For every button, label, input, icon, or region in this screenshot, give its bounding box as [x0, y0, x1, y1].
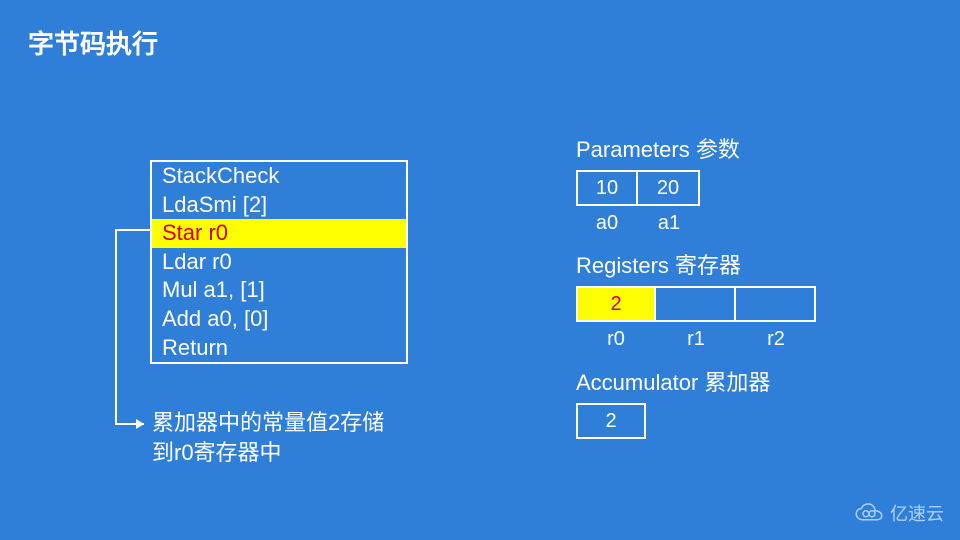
registers-label: Registers 寄存器: [576, 248, 816, 280]
register-name-0: r0: [576, 328, 656, 351]
explanation-line2: 到r0寄存器中: [152, 438, 412, 468]
instruction-6: Return: [152, 334, 406, 363]
cloud-icon: [854, 502, 884, 524]
instruction-5: Add a0, [0]: [152, 305, 406, 334]
registers-section: Registers 寄存器 2 r0r1r2: [576, 248, 816, 351]
accumulator-cells: 2: [576, 403, 770, 439]
registers-cells: 2: [576, 286, 816, 322]
register-cell-2: [736, 286, 816, 322]
explanation-text: 累加器中的常量值2存储 到r0寄存器中: [152, 408, 412, 467]
arrow-indicator: [112, 218, 156, 438]
accumulator-section: Accumulator 累加器 2: [576, 365, 770, 439]
instruction-2: Star r0: [152, 219, 406, 248]
register-cell-1: [656, 286, 736, 322]
register-name-2: r2: [736, 328, 816, 351]
registers-names: r0r1r2: [576, 328, 816, 351]
register-cell-0: 2: [576, 286, 656, 322]
parameters-section: Parameters 参数 1020 a0a1: [576, 132, 740, 235]
param-cell-1: 20: [638, 170, 700, 206]
instruction-3: Ldar r0: [152, 248, 406, 277]
parameters-names: a0a1: [576, 212, 740, 235]
explanation-line1: 累加器中的常量值2存储: [152, 408, 412, 438]
watermark: 亿速云: [854, 500, 944, 526]
parameters-label: Parameters 参数: [576, 132, 740, 164]
instruction-4: Mul a1, [1]: [152, 276, 406, 305]
accumulator-label: Accumulator 累加器: [576, 365, 770, 397]
param-name-1: a1: [638, 212, 700, 235]
param-cell-0: 10: [576, 170, 638, 206]
watermark-text: 亿速云: [890, 500, 944, 526]
bytecode-list: StackCheckLdaSmi [2]Star r0Ldar r0Mul a1…: [150, 160, 408, 364]
parameters-cells: 1020: [576, 170, 740, 206]
page-title: 字节码执行: [28, 24, 158, 61]
param-name-0: a0: [576, 212, 638, 235]
instruction-0: StackCheck: [152, 162, 406, 191]
register-name-1: r1: [656, 328, 736, 351]
instruction-1: LdaSmi [2]: [152, 191, 406, 220]
accumulator-cell: 2: [576, 403, 646, 439]
